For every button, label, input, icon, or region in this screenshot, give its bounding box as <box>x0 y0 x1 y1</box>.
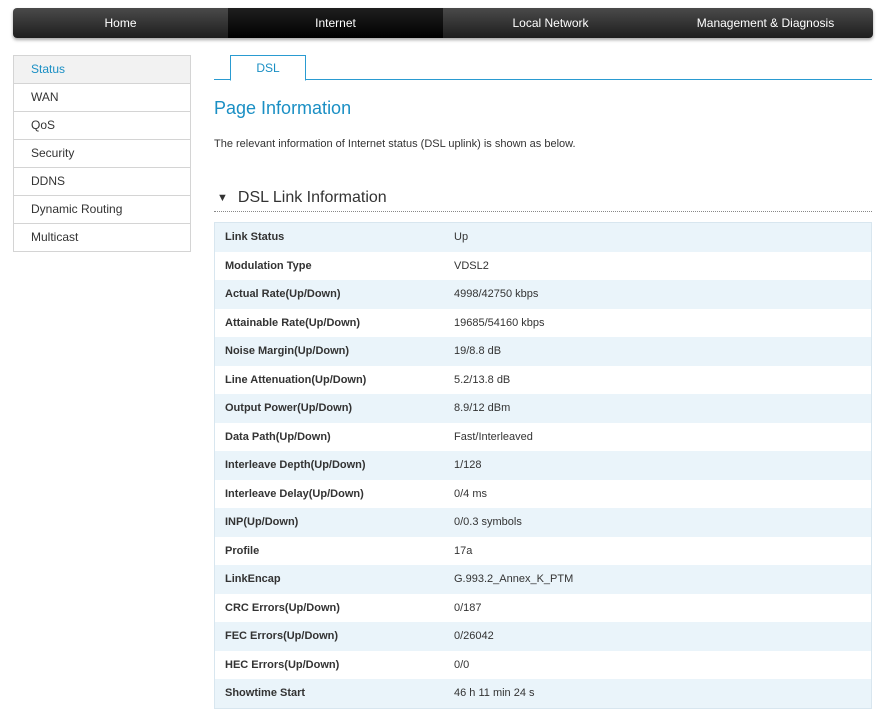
tab-dsl[interactable]: DSL <box>230 55 306 81</box>
row-value: Fast/Interleaved <box>454 422 872 451</box>
table-row: Link Status Up <box>214 222 872 252</box>
row-value: 0/4 ms <box>454 479 872 508</box>
page-description: The relevant information of Internet sta… <box>214 138 576 150</box>
row-label: Output Power(Up/Down) <box>214 394 454 423</box>
row-label: Data Path(Up/Down) <box>214 422 454 451</box>
table-row: INP(Up/Down) 0/0.3 symbols <box>214 508 872 537</box>
sidebar-item-status[interactable]: Status <box>14 56 190 84</box>
row-label: LinkEncap <box>214 565 454 594</box>
table-row: FEC Errors(Up/Down) 0/26042 <box>214 622 872 651</box>
row-value: 17a <box>454 536 872 565</box>
row-value: 0/187 <box>454 593 872 622</box>
table-row: CRC Errors(Up/Down) 0/187 <box>214 593 872 622</box>
table-row: Noise Margin(Up/Down) 19/8.8 dB <box>214 337 872 366</box>
nav-internet[interactable]: Internet <box>228 8 443 38</box>
row-label: Noise Margin(Up/Down) <box>214 337 454 366</box>
sidebar-item-security[interactable]: Security <box>14 140 190 168</box>
row-label: Actual Rate(Up/Down) <box>214 280 454 309</box>
sidebar-item-wan[interactable]: WAN <box>14 84 190 112</box>
row-value: 19/8.8 dB <box>454 337 872 366</box>
page-title: Page Information <box>214 98 352 118</box>
row-label: Showtime Start <box>214 679 454 708</box>
table-row: Output Power(Up/Down) 8.9/12 dBm <box>214 394 872 423</box>
nav-local-network[interactable]: Local Network <box>443 8 658 38</box>
nav-management-diagnosis[interactable]: Management & Diagnosis <box>658 8 873 38</box>
row-value: G.993.2_Annex_K_PTM <box>454 565 872 594</box>
sidebar-item-ddns[interactable]: DDNS <box>14 168 190 196</box>
row-label: HEC Errors(Up/Down) <box>214 650 454 679</box>
row-label: INP(Up/Down) <box>214 508 454 537</box>
table-row: LinkEncap G.993.2_Annex_K_PTM <box>214 565 872 594</box>
table-row: HEC Errors(Up/Down) 0/0 <box>214 650 872 679</box>
table-row: Interleave Depth(Up/Down) 1/128 <box>214 451 872 480</box>
table-row: Interleave Delay(Up/Down) 0/4 ms <box>214 479 872 508</box>
row-value: 0/0.3 symbols <box>454 508 872 537</box>
dsl-info-table-body: Link Status Up Modulation Type VDSL2 Actual … <box>214 222 872 708</box>
section-title: DSL Link Information <box>237 188 387 206</box>
row-label: Attainable Rate(Up/Down) <box>214 308 454 337</box>
sidebar-item-qos[interactable]: QoS <box>14 112 190 140</box>
table-row: Actual Rate(Up/Down) 4998/42750 kbps <box>214 280 872 309</box>
row-value: 5.2/13.8 dB <box>454 365 872 394</box>
row-label: FEC Errors(Up/Down) <box>214 622 454 651</box>
table-row: Data Path(Up/Down) Fast/Interleaved <box>214 422 872 451</box>
sidebar-item-dynamic-routing[interactable]: Dynamic Routing <box>14 196 190 224</box>
row-value: VDSL2 <box>454 251 872 280</box>
row-label: Line Attenuation(Up/Down) <box>214 365 454 394</box>
row-label: Interleave Delay(Up/Down) <box>214 479 454 508</box>
sidebar-item-multicast[interactable]: Multicast <box>14 224 190 252</box>
row-label: CRC Errors(Up/Down) <box>214 593 454 622</box>
table-row: Line Attenuation(Up/Down) 5.2/13.8 dB <box>214 365 872 394</box>
nav-home[interactable]: Home <box>13 8 228 38</box>
top-navigation: Home Internet Local Network Management &… <box>13 8 873 38</box>
row-value: 19685/54160 kbps <box>454 308 872 337</box>
row-value: 8.9/12 dBm <box>454 394 872 423</box>
row-value: Up <box>454 222 872 252</box>
row-value: 1/128 <box>454 451 872 480</box>
row-label: Interleave Depth(Up/Down) <box>214 451 454 480</box>
row-value: 46 h 11 min 24 s <box>454 679 872 708</box>
tab-bar: DSL <box>214 55 872 81</box>
collapse-triangle-icon[interactable]: ▼ <box>217 192 228 204</box>
row-label: Link Status <box>214 222 454 252</box>
section-header: ▼ DSL Link Information <box>214 184 872 212</box>
row-value: 0/0 <box>454 650 872 679</box>
table-row: Attainable Rate(Up/Down) 19685/54160 kbps <box>214 308 872 337</box>
row-label: Modulation Type <box>214 251 454 280</box>
row-value: 0/26042 <box>454 622 872 651</box>
table-row: Showtime Start 46 h 11 min 24 s <box>214 679 872 708</box>
table-row: Modulation Type VDSL2 <box>214 251 872 280</box>
dsl-info-table: Link Status Up Modulation Type VDSL2 Actual … <box>214 222 872 709</box>
row-value: 4998/42750 kbps <box>454 280 872 309</box>
table-row: Profile 17a <box>214 536 872 565</box>
sidebar: Status WAN QoS Security DDNS Dynamic Rou… <box>13 55 191 252</box>
row-label: Profile <box>214 536 454 565</box>
